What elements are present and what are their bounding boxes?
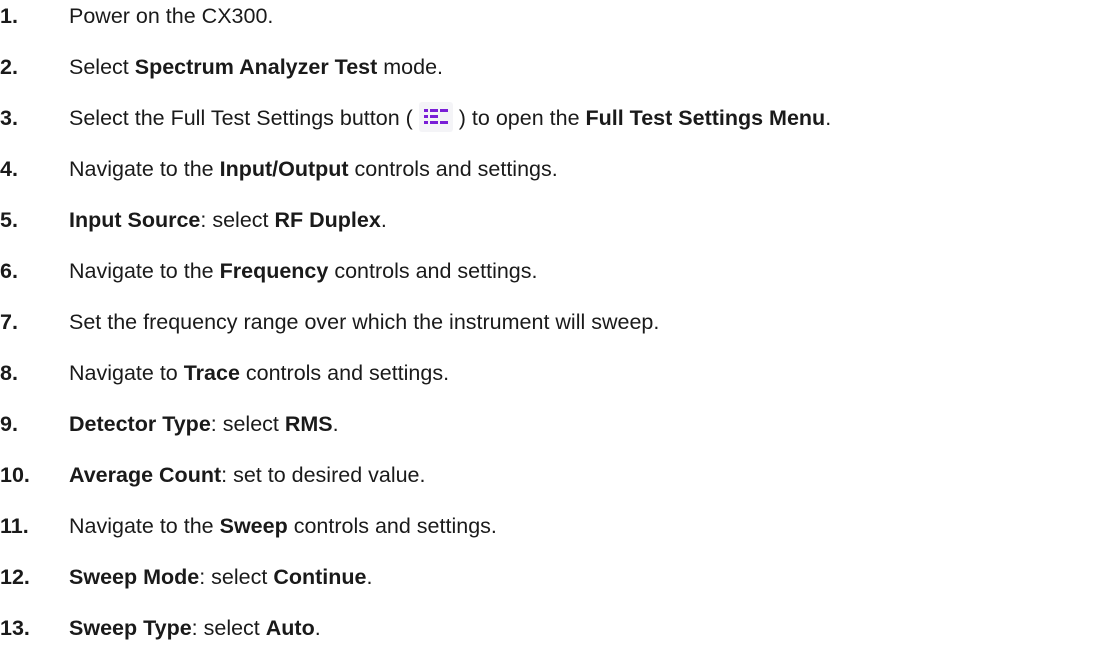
step-text-run: Select the Full Test Settings button (	[69, 106, 413, 130]
step-text-run: controls and settings.	[239, 361, 450, 385]
step-number: 11.	[0, 514, 29, 538]
procedure-steps-list: 1. Power on the CX300. 2. Select Spectrum A…	[0, 0, 1113, 672]
step-emphasis: Sweep	[219, 514, 288, 538]
step-emphasis: Average Count	[69, 463, 222, 487]
step-text: Average Count: set to desired value.	[69, 459, 426, 491]
step-text: Select the Full Test Settings button ( ) …	[69, 102, 831, 134]
step-number: 4.	[0, 157, 18, 181]
step-text-run: .	[314, 616, 321, 640]
step-text-run: Power on the CX300.	[69, 4, 274, 28]
step-number: 12.	[0, 565, 30, 589]
step-text-run: Set the frequency range over which the i…	[69, 310, 660, 334]
step-text: Set the frequency range over which the i…	[69, 306, 659, 338]
step-number: 9.	[0, 412, 18, 436]
step-text: Navigate to Trace controls and settings.	[69, 357, 449, 389]
step-text-run: : select	[191, 616, 266, 640]
step-text-run: .	[380, 208, 387, 232]
step-text-run: Navigate to the	[69, 157, 220, 181]
step-text-run: .	[332, 412, 339, 436]
step-text: Navigate to the Sweep controls and setti…	[69, 510, 497, 542]
step-number: 7.	[0, 310, 18, 334]
step-text: Sweep Mode: select Continue.	[69, 561, 372, 593]
step-emphasis: Input/Output	[219, 157, 349, 181]
step-number: 13.	[0, 616, 30, 640]
step-emphasis: RMS	[284, 412, 333, 436]
step-text-run: controls and settings.	[328, 259, 538, 283]
step-number: 3.	[0, 106, 18, 130]
step-number: 1.	[0, 4, 18, 28]
step-text-run: Navigate to	[69, 361, 184, 385]
step-text-run: .	[366, 565, 373, 589]
step-text: Detector Type: select RMS.	[69, 408, 339, 440]
step-text-run: Select	[69, 55, 135, 79]
step-text-run: ) to open the	[458, 106, 586, 130]
step-text: Input Source: select RF Duplex.	[69, 204, 387, 236]
step-text-run: .	[825, 106, 832, 130]
step-text-run: controls and settings.	[287, 514, 497, 538]
step-text: Sweep Type: select Auto.	[69, 612, 321, 644]
step-text-run: Navigate to the	[69, 259, 220, 283]
step-text-run: Navigate to the	[69, 514, 220, 538]
step-number: 6.	[0, 259, 18, 283]
step-emphasis: Sweep Type	[69, 616, 192, 640]
step-text-run: controls and settings.	[348, 157, 558, 181]
step-text: Select Spectrum Analyzer Test mode.	[69, 51, 443, 83]
step-number: 10.	[0, 463, 30, 487]
step-text-run: : select	[210, 412, 285, 436]
step-text: Navigate to the Frequency controls and s…	[69, 255, 538, 287]
step-number: 8.	[0, 361, 18, 385]
step-emphasis: Sweep Mode	[69, 565, 200, 589]
step-emphasis: Frequency	[219, 259, 329, 283]
step-text: Navigate to the Input/Output controls an…	[69, 153, 558, 185]
step-number: 2.	[0, 55, 18, 79]
step-emphasis: Trace	[183, 361, 240, 385]
step-text-run: : select	[200, 208, 275, 232]
step-text-run: : select	[199, 565, 274, 589]
step-emphasis: Detector Type	[69, 412, 211, 436]
step-emphasis: Spectrum Analyzer Test	[134, 55, 378, 79]
step-emphasis: Continue	[273, 565, 367, 589]
step-text: Power on the CX300.	[69, 0, 273, 32]
step-emphasis: Input Source	[69, 208, 201, 232]
step-text-run: : set to desired value.	[221, 463, 426, 487]
step-number: 5.	[0, 208, 18, 232]
step-emphasis: Auto	[265, 616, 315, 640]
step-emphasis: RF Duplex	[274, 208, 381, 232]
step-emphasis: Full Test Settings Menu	[585, 106, 826, 130]
full-test-settings-icon	[418, 102, 453, 132]
step-text-run: mode.	[377, 55, 444, 79]
